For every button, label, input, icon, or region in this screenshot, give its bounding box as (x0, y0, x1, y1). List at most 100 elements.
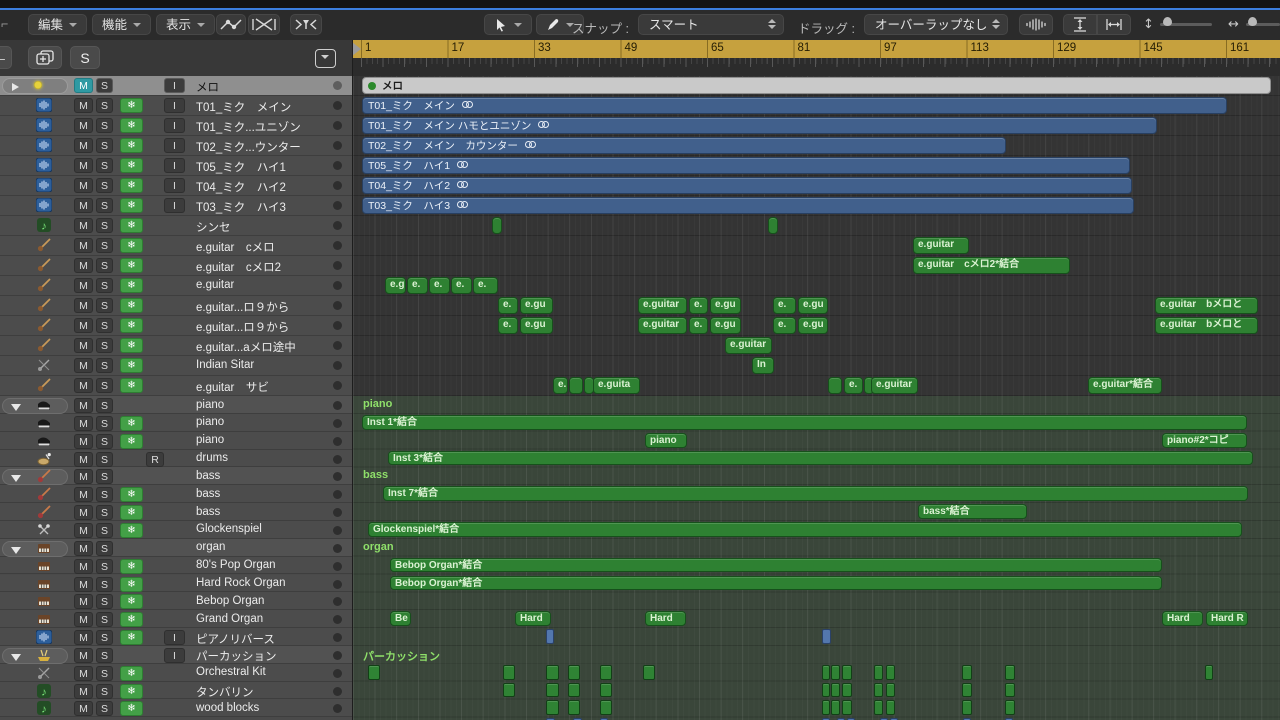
track-header-row-5[interactable]: MS❄IT04_ミク ハイ2 (0, 176, 352, 196)
track-name[interactable]: e.guitar サビ (196, 379, 269, 395)
mute-button[interactable]: M (74, 452, 93, 467)
region-green[interactable]: e.guitar (871, 377, 918, 394)
mute-button[interactable]: M (74, 469, 93, 484)
region-gray[interactable]: メロ (362, 77, 1271, 94)
region-block[interactable] (886, 665, 895, 680)
solo-button[interactable]: S (96, 416, 113, 431)
region-green[interactable]: piano (645, 433, 687, 448)
track-header-row-2[interactable]: MS❄IT01_ミク...ユニゾン (0, 116, 352, 136)
mute-button[interactable]: M (74, 118, 93, 133)
track-header-row-12[interactable]: MS❄e.guitar...ロ９から (0, 316, 352, 336)
track-name[interactable]: organ (196, 541, 225, 553)
solo-button[interactable]: S (96, 378, 113, 393)
track-header-row-20[interactable]: MSbass (0, 467, 352, 485)
solo-button[interactable]: S (96, 198, 113, 213)
region-green[interactable]: e. (689, 297, 708, 314)
crossfade-icon[interactable] (248, 14, 280, 35)
region-block[interactable] (828, 377, 842, 394)
track-name[interactable]: T04_ミク ハイ2 (196, 179, 286, 195)
region-block[interactable] (546, 665, 559, 680)
freeze-button[interactable]: ❄ (120, 278, 143, 293)
track-name[interactable]: drums (196, 452, 228, 464)
freeze-button[interactable]: ❄ (120, 666, 143, 681)
solo-button[interactable]: S (96, 158, 113, 173)
track-stack-pill[interactable] (2, 398, 68, 414)
region-green[interactable]: e.gu (520, 297, 553, 314)
region-block[interactable] (886, 683, 895, 698)
arrange-area[interactable]: pianobassorganパーカッションメロT01_ミク メインT01_ミク … (353, 76, 1280, 720)
freeze-button[interactable]: ❄ (120, 559, 143, 574)
mute-button[interactable]: M (74, 487, 93, 502)
region-block[interactable] (842, 700, 852, 715)
region-block[interactable] (822, 629, 831, 644)
region-green[interactable]: Hard (1162, 611, 1203, 626)
mute-button[interactable]: M (74, 594, 93, 609)
region-green[interactable]: In (752, 357, 774, 374)
region-blue[interactable]: T05_ミク ハイ1 (362, 157, 1130, 174)
freeze-button[interactable]: ❄ (120, 98, 143, 113)
disclosure-open-icon[interactable] (11, 654, 21, 661)
track-name[interactable]: 80's Pop Organ (196, 559, 276, 571)
menu-functions[interactable]: 機能 (92, 14, 151, 35)
track-header-row-16[interactable]: MSpiano (0, 396, 352, 414)
region-green[interactable]: e. (498, 297, 518, 314)
region-green[interactable]: e.guitar*結合 (1088, 377, 1162, 394)
horizontal-zoom-icon[interactable] (1097, 14, 1131, 35)
freeze-button[interactable]: ❄ (120, 487, 143, 502)
disclosure-open-icon[interactable] (11, 404, 21, 411)
track-name[interactable]: e.guitar cメロ2 (196, 259, 281, 275)
solo-button[interactable]: S (96, 541, 113, 556)
track-name[interactable]: piano (196, 434, 224, 446)
track-stack-pill[interactable] (2, 648, 68, 664)
solo-button[interactable]: S (96, 434, 113, 449)
freeze-button[interactable]: ❄ (120, 523, 143, 538)
region-block[interactable] (874, 683, 883, 698)
track-name[interactable]: Hard Rock Organ (196, 577, 285, 589)
freeze-button[interactable]: ❄ (120, 594, 143, 609)
mute-button[interactable]: M (74, 416, 93, 431)
mute-button[interactable]: M (74, 630, 93, 645)
solo-button[interactable]: S (96, 258, 113, 273)
region-block[interactable] (874, 665, 883, 680)
cut-off-toolbar-button[interactable]: ⌐ (0, 14, 12, 35)
solo-button[interactable]: S (96, 559, 113, 574)
region-blue[interactable]: T02_ミク メイン カウンター (362, 137, 1006, 154)
region-block[interactable] (831, 700, 840, 715)
freeze-button[interactable]: ❄ (120, 505, 143, 520)
disclosure-closed-icon[interactable] (12, 83, 19, 91)
track-name[interactable]: T01_ミク...ユニゾン (196, 119, 301, 135)
region-blue[interactable]: T03_ミク ハイ3 (362, 197, 1134, 214)
region-block[interactable] (492, 217, 502, 234)
region-green[interactable]: e.g (385, 277, 406, 294)
region-green[interactable]: e. (429, 277, 450, 294)
track-name[interactable]: T05_ミク ハイ1 (196, 159, 286, 175)
solo-button[interactable]: S (96, 238, 113, 253)
catch-playhead-icon[interactable] (290, 14, 322, 35)
region-block[interactable] (568, 665, 580, 680)
region-green[interactable]: e. (473, 277, 498, 294)
mute-button[interactable]: M (74, 278, 93, 293)
mute-button[interactable]: M (74, 666, 93, 681)
track-header-row-9[interactable]: MS❄e.guitar cメロ2 (0, 256, 352, 276)
region-green[interactable]: e.guita (593, 377, 640, 394)
track-header-row-28[interactable]: MS❄Grand Organ (0, 610, 352, 628)
track-name[interactable]: e.guitar cメロ (196, 239, 275, 255)
solo-button[interactable]: S (96, 666, 113, 681)
region-green[interactable]: Inst 3*結合 (388, 451, 1253, 466)
region-block[interactable] (874, 700, 883, 715)
track-name[interactable]: Grand Organ (196, 613, 263, 625)
mute-button[interactable]: M (74, 318, 93, 333)
freeze-button[interactable]: ❄ (120, 218, 143, 233)
track-header-row-25[interactable]: MS❄80's Pop Organ (0, 557, 352, 575)
track-name[interactable]: e.guitar...aメロ途中 (196, 339, 296, 355)
mute-button[interactable]: M (74, 338, 93, 353)
track-name[interactable]: メロ (196, 79, 219, 95)
region-green[interactable]: Hard (645, 611, 686, 626)
solo-button[interactable]: S (96, 358, 113, 373)
track-name[interactable]: piano (196, 416, 224, 428)
region-block[interactable] (503, 683, 515, 698)
mute-button[interactable]: M (74, 684, 93, 699)
solo-button[interactable]: S (96, 452, 113, 467)
track-header-row-26[interactable]: MS❄Hard Rock Organ (0, 575, 352, 593)
freeze-button[interactable]: ❄ (120, 434, 143, 449)
